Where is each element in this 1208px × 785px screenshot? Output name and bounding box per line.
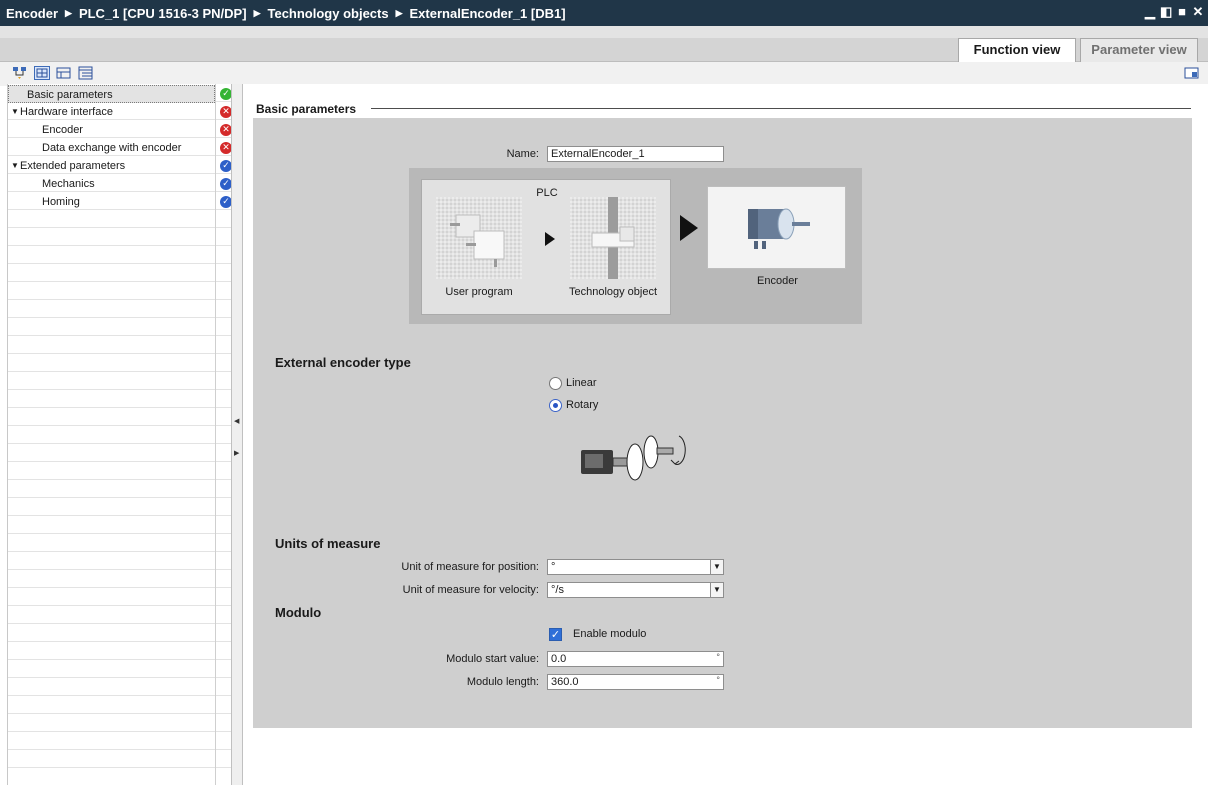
breadcrumb-external-encoder[interactable]: ExternalEncoder_1 [DB1] bbox=[410, 6, 566, 21]
nav-item-label: Homing bbox=[42, 196, 80, 208]
maximize-icon[interactable]: ■ bbox=[1176, 4, 1188, 20]
section-title: Basic parameters bbox=[256, 102, 357, 116]
velocity-unit-select[interactable]: °/s ▼ bbox=[547, 582, 724, 598]
linear-radio[interactable] bbox=[549, 377, 562, 390]
enable-modulo-label[interactable]: Enable modulo bbox=[573, 628, 646, 640]
nav-item-homing[interactable]: Homing bbox=[8, 193, 215, 211]
rotary-encoder-illustration-icon bbox=[581, 435, 686, 481]
flow-arrow-icon bbox=[545, 232, 555, 246]
velocity-unit-label: Unit of measure for velocity: bbox=[402, 584, 539, 596]
modulo-length-label: Modulo length: bbox=[466, 676, 539, 688]
name-value: ExternalEncoder_1 bbox=[551, 148, 645, 160]
modulo-start-label: Modulo start value: bbox=[446, 653, 539, 665]
nav-item-encoder[interactable]: Encoder bbox=[8, 121, 215, 139]
close-icon[interactable]: ✕ bbox=[1192, 4, 1204, 20]
position-unit-label: Unit of measure for position: bbox=[401, 561, 539, 573]
nav-item-hardware-interface[interactable]: ▼ Hardware interface bbox=[8, 103, 215, 121]
encoder-label: Encoder bbox=[757, 275, 798, 287]
encoder-device: Encoder bbox=[707, 186, 846, 287]
toolbar bbox=[0, 62, 1208, 86]
chevron-down-icon[interactable]: ▼ bbox=[710, 559, 724, 575]
nav-item-label: Encoder bbox=[42, 124, 83, 136]
name-field[interactable]: ExternalEncoder_1 bbox=[547, 146, 724, 162]
expand-icon[interactable] bbox=[78, 66, 94, 80]
breadcrumb-separator-icon: ▶ bbox=[253, 7, 261, 18]
user-program-icon bbox=[436, 197, 522, 279]
collapse-icon[interactable] bbox=[56, 66, 72, 80]
nav-item-label: Basic parameters bbox=[27, 89, 113, 101]
expand-right-icon[interactable]: ▶ bbox=[234, 449, 239, 457]
modulo-start-value: 0.0 bbox=[551, 653, 567, 665]
technology-diagram: PLC User program Technology object Encod… bbox=[409, 168, 862, 324]
encoder-icon bbox=[748, 208, 810, 249]
encoder-type-title: External encoder type bbox=[275, 355, 411, 370]
panel-splitter[interactable]: ◀ ▶ bbox=[231, 84, 243, 785]
nav-item-data-exchange[interactable]: Data exchange with encoder bbox=[8, 139, 215, 157]
parameter-navigation: Basic parameters ✓ ▼ Hardware interface … bbox=[7, 84, 232, 785]
section-divider bbox=[371, 108, 1191, 109]
nav-item-label: Mechanics bbox=[42, 178, 95, 190]
rotary-label[interactable]: Rotary bbox=[566, 399, 598, 411]
minimize-icon[interactable]: ▁ bbox=[1144, 4, 1156, 20]
view-bar: Function view Parameter view bbox=[0, 26, 1208, 62]
user-program-label: User program bbox=[445, 286, 513, 298]
nav-item-label: Data exchange with encoder bbox=[42, 142, 182, 154]
expand-arrow-icon[interactable]: ▼ bbox=[11, 103, 19, 121]
name-label: Name: bbox=[506, 148, 539, 160]
units-title: Units of measure bbox=[275, 536, 381, 551]
nav-item-label: Extended parameters bbox=[20, 160, 126, 172]
linear-label[interactable]: Linear bbox=[566, 377, 597, 389]
plc-frame: PLC User program Technology object bbox=[421, 179, 671, 315]
tab-parameter-view[interactable]: Parameter view bbox=[1080, 38, 1198, 62]
expand-arrow-icon[interactable]: ▼ bbox=[11, 157, 19, 175]
modulo-length-unit: ° bbox=[716, 675, 720, 685]
rotary-radio[interactable] bbox=[549, 399, 562, 412]
breadcrumb-separator-icon: ▶ bbox=[65, 7, 72, 18]
function-view-icon[interactable] bbox=[34, 66, 50, 80]
modulo-length-field[interactable]: 360.0 ° bbox=[547, 674, 724, 690]
breadcrumb-encoder[interactable]: Encoder bbox=[6, 6, 58, 21]
nav-item-label: Hardware interface bbox=[20, 106, 113, 118]
modulo-length-value: 360.0 bbox=[551, 676, 579, 688]
panel-icon[interactable] bbox=[1184, 66, 1200, 80]
nav-item-extended-parameters[interactable]: ▼ Extended parameters bbox=[8, 157, 215, 175]
position-unit-select[interactable]: ° ▼ bbox=[547, 559, 724, 575]
breadcrumb-separator-icon: ▶ bbox=[395, 7, 403, 18]
collapse-left-icon[interactable]: ◀ bbox=[234, 417, 239, 425]
enable-modulo-checkbox[interactable]: ✓ bbox=[549, 628, 562, 641]
technology-object-icon bbox=[570, 197, 656, 279]
window-controls: ▁ ◧ ■ ✕ bbox=[1144, 4, 1204, 20]
modulo-start-unit: ° bbox=[716, 652, 720, 662]
parameter-panel: Name: ExternalEncoder_1 PLC User program bbox=[253, 118, 1192, 728]
nav-item-basic-parameters[interactable]: Basic parameters bbox=[8, 85, 215, 103]
editor-titlebar: Encoder ▶ PLC_1 [CPU 1516-3 PN/DP] ▶ Tec… bbox=[0, 0, 1208, 26]
network-icon[interactable] bbox=[12, 66, 28, 80]
position-unit-value: ° bbox=[551, 561, 556, 573]
velocity-unit-value: °/s bbox=[551, 584, 564, 596]
flow-arrow-icon bbox=[680, 215, 698, 241]
modulo-title: Modulo bbox=[275, 605, 322, 620]
float-icon[interactable]: ◧ bbox=[1160, 4, 1172, 20]
tab-function-view[interactable]: Function view bbox=[958, 38, 1076, 62]
breadcrumb-plc[interactable]: PLC_1 [CPU 1516-3 PN/DP] bbox=[79, 6, 247, 21]
modulo-start-field[interactable]: 0.0 ° bbox=[547, 651, 724, 667]
nav-item-mechanics[interactable]: Mechanics bbox=[8, 175, 215, 193]
technology-object-label: Technology object bbox=[568, 286, 658, 298]
chevron-down-icon[interactable]: ▼ bbox=[710, 582, 724, 598]
breadcrumb-technology-objects[interactable]: Technology objects bbox=[267, 6, 388, 21]
main-content: Basic parameters Name: ExternalEncoder_1… bbox=[243, 84, 1208, 785]
